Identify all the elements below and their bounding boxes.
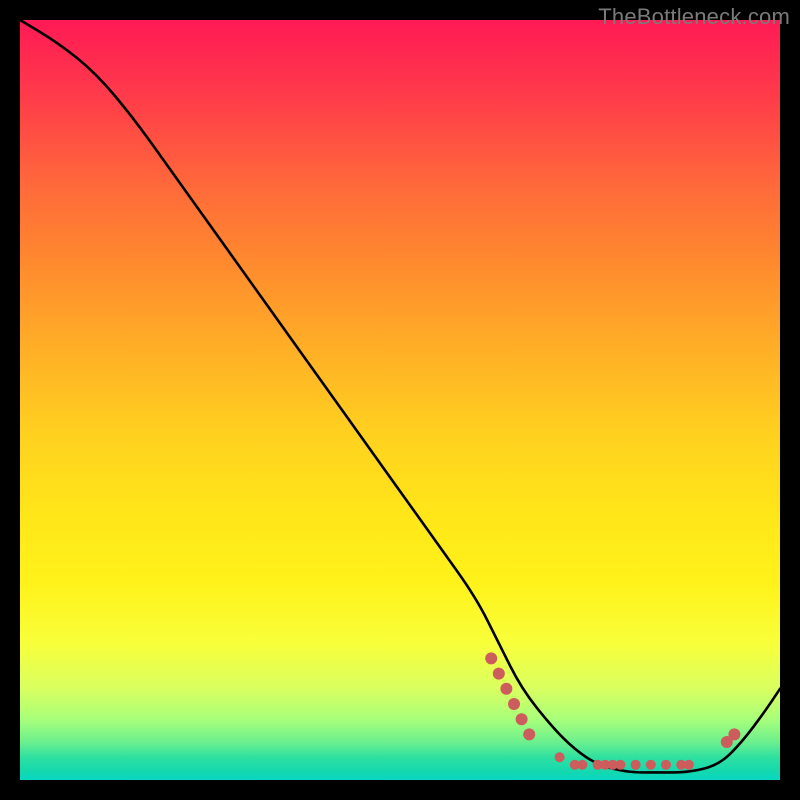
chart-marker — [577, 760, 587, 770]
chart-frame: TheBottleneck.com — [0, 0, 800, 800]
chart-marker — [508, 698, 520, 710]
chart-marker — [485, 652, 497, 664]
chart-marker — [661, 760, 671, 770]
chart-markers — [485, 652, 740, 769]
chart-marker — [523, 728, 535, 740]
chart-marker — [631, 760, 641, 770]
chart-marker — [500, 683, 512, 695]
watermark-text: TheBottleneck.com — [598, 4, 790, 30]
chart-marker — [728, 728, 740, 740]
chart-curve — [20, 20, 780, 772]
chart-marker — [493, 668, 505, 680]
chart-marker — [615, 760, 625, 770]
chart-marker — [555, 752, 565, 762]
chart-marker — [646, 760, 656, 770]
chart-svg — [20, 20, 780, 780]
chart-marker — [516, 713, 528, 725]
chart-marker — [684, 760, 694, 770]
chart-plot-area — [20, 20, 780, 780]
